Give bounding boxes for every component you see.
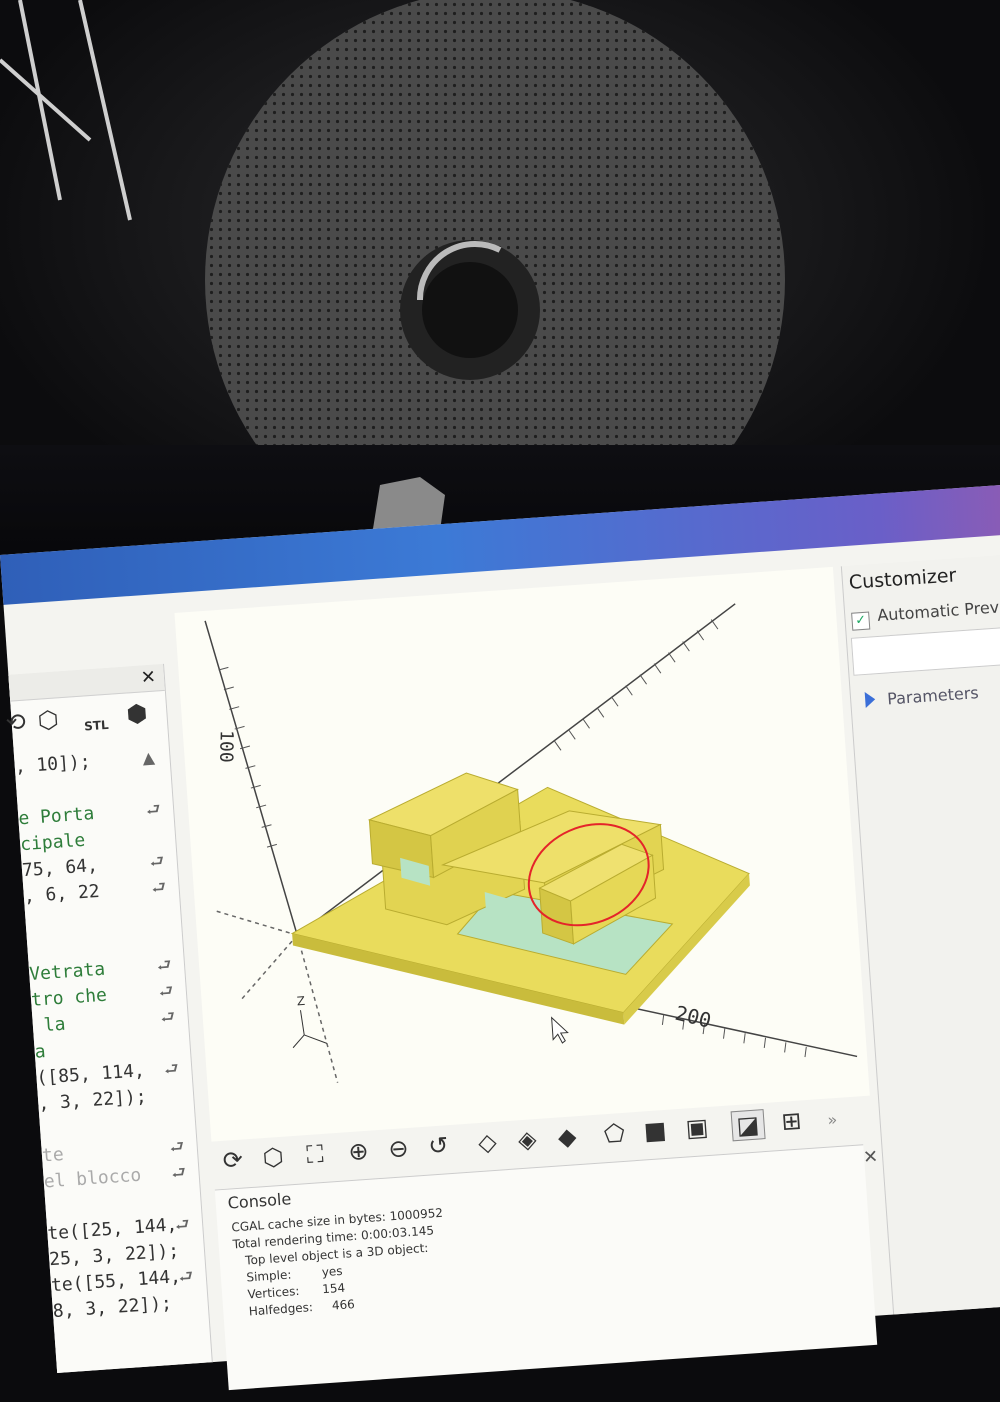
neg-z-axis xyxy=(241,934,298,1000)
reset-view-icon[interactable]: ↺ xyxy=(427,1131,449,1160)
editor-close-icon[interactable]: ✕ xyxy=(140,666,157,688)
zoom-in-icon[interactable]: ⊕ xyxy=(348,1137,370,1166)
zoom-out-icon[interactable]: ⊖ xyxy=(387,1134,409,1163)
view-front-icon[interactable]: ■ xyxy=(643,1116,668,1146)
neg-x-axis xyxy=(215,910,298,936)
wrap-icon: ⮐ xyxy=(174,1214,191,1235)
orthogonal-icon[interactable]: ⊞ xyxy=(780,1107,802,1136)
view-right-icon[interactable]: ◇ xyxy=(477,1128,497,1157)
render-icon[interactable]: ⟲ xyxy=(5,708,27,737)
z-axis-ticks xyxy=(553,619,719,751)
expand-triangle-icon xyxy=(864,691,876,708)
neg-y-axis xyxy=(296,934,339,1083)
wrap-icon: ⮐ xyxy=(145,799,162,820)
export-stl-button[interactable]: STL xyxy=(84,718,109,734)
editor-toolbar: ⟲ ⬡ STL ⬢ xyxy=(5,694,167,745)
view-back-icon[interactable]: ▣ xyxy=(685,1113,710,1143)
wrap-icon: ⮐ xyxy=(163,1058,180,1079)
export-3d-icon[interactable]: ⬢ xyxy=(125,699,148,728)
wrap-icon: ⮐ xyxy=(159,1006,176,1027)
view-left-icon[interactable]: ⬠ xyxy=(603,1119,626,1148)
view-top-icon[interactable]: ◈ xyxy=(517,1125,537,1154)
axes-gizmo-icon xyxy=(292,1010,328,1049)
console-title: Console xyxy=(227,1189,292,1213)
y-axis-label-100: 100 xyxy=(215,730,237,763)
y-axis xyxy=(204,620,298,936)
perspective-icon[interactable]: ◪ xyxy=(730,1109,766,1142)
more-tools-icon[interactable]: » xyxy=(827,1110,838,1130)
x-axis-label-200: 200 xyxy=(673,1001,714,1033)
wrap-icon: ⮐ xyxy=(156,955,173,976)
monitor-screen: ✕ ⟲ ⬡ STL ⬢ , 10]); e Porta cipale 75, 6… xyxy=(0,478,1000,1391)
wrap-icon: ⮐ xyxy=(149,851,165,872)
code-editor-panel: ✕ ⟲ ⬡ STL ⬢ , 10]); e Porta cipale 75, 6… xyxy=(5,663,213,1374)
automatic-preview-label: Automatic Previe xyxy=(876,596,1000,625)
parameters-group[interactable]: Parameters xyxy=(864,683,980,710)
3d-viewport[interactable]: 100 200 Z xyxy=(174,566,870,1142)
console-panel: Console ✕ CGAL cache size in bytes: 1000… xyxy=(214,1144,879,1391)
wrap-icon: ⮐ xyxy=(178,1266,194,1287)
mouse-cursor-icon xyxy=(551,1016,569,1044)
render-cube-icon[interactable]: ⬡ xyxy=(262,1143,285,1172)
scroll-up-icon[interactable]: ▲ xyxy=(142,744,168,772)
model-render: 100 200 Z xyxy=(204,603,858,1083)
console-output: CGAL cache size in bytes: 1000952 Total … xyxy=(231,1205,450,1322)
wrap-icon: ⮐ xyxy=(170,1162,187,1183)
wrap-icon: ⮐ xyxy=(150,877,167,898)
z-gizmo-label: Z xyxy=(296,994,305,1009)
checkbox-check-icon: ✓ xyxy=(851,611,871,631)
automatic-preview-checkbox[interactable]: ✓ Automatic Previe xyxy=(851,596,1000,631)
wrap-icon: ⮐ xyxy=(158,981,174,1001)
customizer-title: Customizer xyxy=(848,564,958,594)
parameters-label: Parameters xyxy=(886,683,980,709)
view-bottom-icon[interactable]: ◆ xyxy=(557,1122,577,1151)
preview-icon[interactable]: ⟳ xyxy=(222,1146,244,1175)
console-close-icon[interactable]: ✕ xyxy=(862,1146,879,1168)
preview-cube-icon[interactable]: ⬡ xyxy=(37,705,60,734)
view-all-icon[interactable]: ⛶ xyxy=(306,1140,325,1169)
wrap-icon: ⮐ xyxy=(169,1136,185,1157)
